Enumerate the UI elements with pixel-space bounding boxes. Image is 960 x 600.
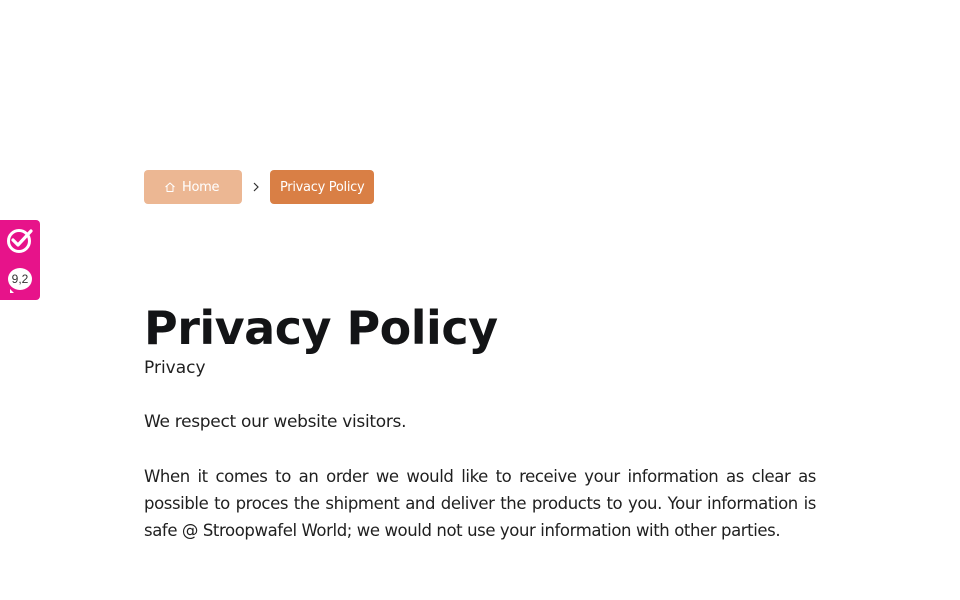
breadcrumb: Home Privacy Policy (144, 170, 375, 204)
breadcrumb-current-label: Privacy Policy (280, 179, 365, 195)
page-subtitle: Privacy (144, 358, 206, 378)
page-title: Privacy Policy (144, 301, 498, 355)
home-icon (165, 182, 175, 192)
rating-score: 9,2 (8, 268, 32, 293)
breadcrumb-home-label: Home (182, 179, 220, 195)
chevron-right-icon (242, 181, 270, 193)
page: Home Privacy Policy 9,2 Privacy Policy P… (0, 0, 960, 600)
intro-paragraph: We respect our website visitors. (144, 412, 407, 432)
breadcrumb-home-link[interactable]: Home (144, 170, 242, 204)
checkmark-icon (7, 229, 33, 253)
breadcrumb-current-link[interactable]: Privacy Policy (270, 170, 375, 204)
rating-badge[interactable]: 9,2 (0, 220, 40, 300)
order-info-paragraph: When it comes to an order we would like … (144, 467, 816, 540)
